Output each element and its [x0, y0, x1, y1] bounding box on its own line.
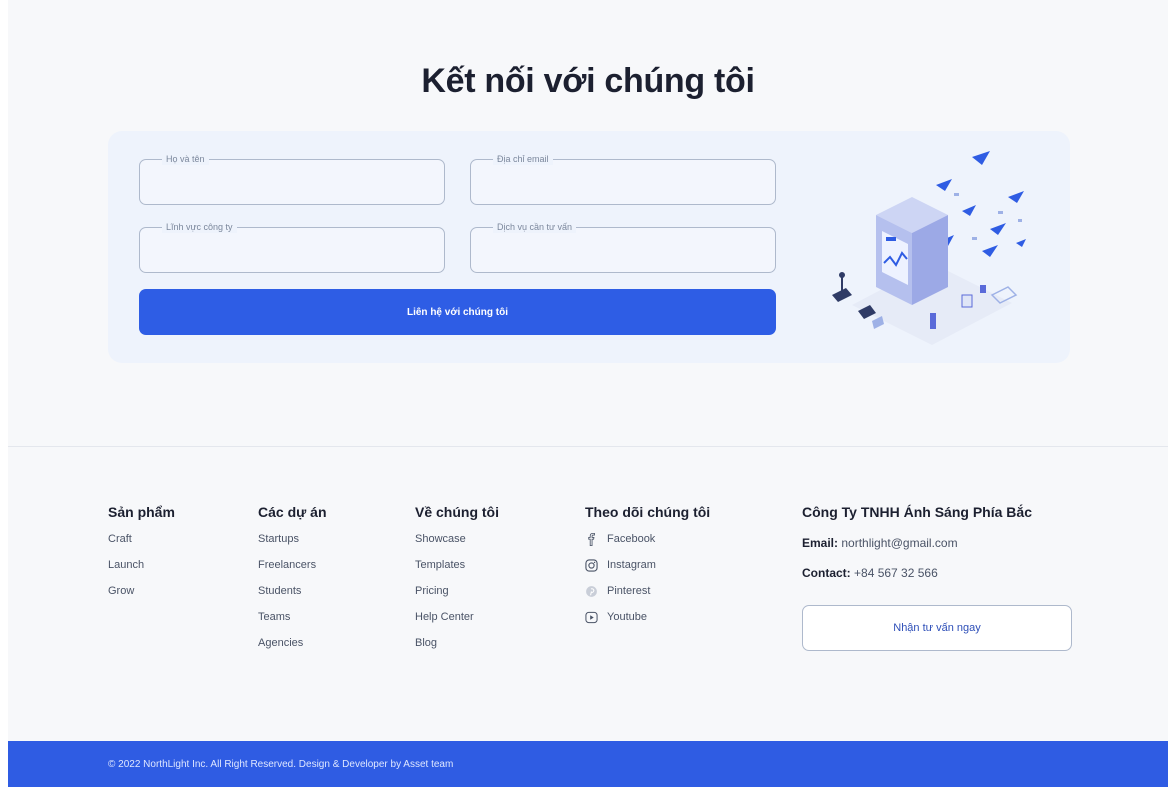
section-title: Kết nối với chúng tôi: [421, 62, 755, 100]
company-name: Công Ty TNHH Ánh Sáng Phía Bắc: [802, 504, 1032, 520]
service-field[interactable]: Dịch vụ cần tư vấn: [470, 221, 776, 273]
footer-link-showcase[interactable]: Showcase: [415, 533, 499, 559]
footer-company-info: Công Ty TNHH Ánh Sáng Phía Bắc Email: no…: [802, 503, 1082, 651]
company-email-line: Email: northlight@gmail.com: [802, 535, 1082, 551]
footer-link-grow[interactable]: Grow: [108, 585, 175, 611]
footer-column-projects: Các dự án Startups Freelancers Students …: [258, 503, 327, 663]
contact-submit-button[interactable]: Liên hệ với chúng tôi: [139, 289, 776, 335]
footer-column-title: Các dự án: [258, 504, 327, 520]
footer-column-products: Sản phẩm Craft Launch Grow: [108, 503, 175, 611]
footer-link-students[interactable]: Students: [258, 585, 327, 611]
footer-link-launch[interactable]: Launch: [108, 559, 175, 585]
social-link-facebook[interactable]: Facebook: [585, 533, 710, 559]
consult-now-button[interactable]: Nhận tư vấn ngay: [802, 605, 1072, 651]
copyright-bar: © 2022 NorthLight Inc. All Right Reserve…: [8, 741, 1168, 787]
social-label: Instagram: [607, 559, 656, 571]
social-label: Youtube: [607, 611, 647, 623]
company-field-input[interactable]: [140, 228, 444, 272]
social-label: Pinterest: [607, 585, 651, 597]
full-name-field[interactable]: Họ và tên: [139, 153, 445, 205]
company-phone: +84 567 32 566: [854, 566, 938, 580]
footer-link-agencies[interactable]: Agencies: [258, 637, 327, 663]
social-link-pinterest[interactable]: Pinterest: [585, 585, 710, 611]
footer-link-pricing[interactable]: Pricing: [415, 585, 499, 611]
pinterest-icon: [586, 586, 597, 597]
facebook-icon: [588, 533, 595, 546]
footer-link-blog[interactable]: Blog: [415, 637, 499, 663]
email-label: Email:: [802, 536, 839, 550]
contact-section: Kết nối với chúng tôi Họ và tên Địa chỉ …: [8, 0, 1168, 446]
footer-column-title: Theo dõi chúng tôi: [585, 504, 711, 520]
email-field[interactable]: Địa chỉ email: [470, 153, 776, 205]
isometric-illustration: [832, 151, 1026, 345]
social-label: Facebook: [607, 533, 656, 545]
contact-form-card: Họ và tên Địa chỉ email Lĩnh vực công ty…: [108, 131, 1070, 363]
footer: Sản phẩm Craft Launch Grow Các dự án Sta…: [8, 447, 1168, 741]
footer-column-about: Về chúng tôi Showcase Templates Pricing …: [415, 503, 499, 663]
service-input[interactable]: [471, 228, 775, 272]
company-contact-line: Contact: +84 567 32 566: [802, 565, 1082, 581]
footer-link-craft[interactable]: Craft: [108, 533, 175, 559]
footer-link-startups[interactable]: Startups: [258, 533, 327, 559]
footer-column-social: Theo dõi chúng tôi Facebook Instagram Pi…: [585, 503, 710, 637]
email-input[interactable]: [471, 160, 775, 204]
footer-column-title: Về chúng tôi: [415, 504, 499, 520]
social-link-instagram[interactable]: Instagram: [585, 559, 710, 585]
copyright-text: © 2022 NorthLight Inc. All Right Reserve…: [108, 759, 454, 770]
footer-link-templates[interactable]: Templates: [415, 559, 499, 585]
footer-column-title: Sản phẩm: [108, 504, 175, 520]
footer-link-help-center[interactable]: Help Center: [415, 611, 499, 637]
social-link-youtube[interactable]: Youtube: [585, 611, 710, 637]
contact-label: Contact:: [802, 566, 851, 580]
instagram-icon: [585, 559, 598, 572]
footer-link-teams[interactable]: Teams: [258, 611, 327, 637]
footer-link-freelancers[interactable]: Freelancers: [258, 559, 327, 585]
youtube-icon: [585, 611, 598, 624]
full-name-input[interactable]: [140, 160, 444, 204]
company-field-field[interactable]: Lĩnh vực công ty: [139, 221, 445, 273]
company-email[interactable]: northlight@gmail.com: [841, 536, 957, 550]
